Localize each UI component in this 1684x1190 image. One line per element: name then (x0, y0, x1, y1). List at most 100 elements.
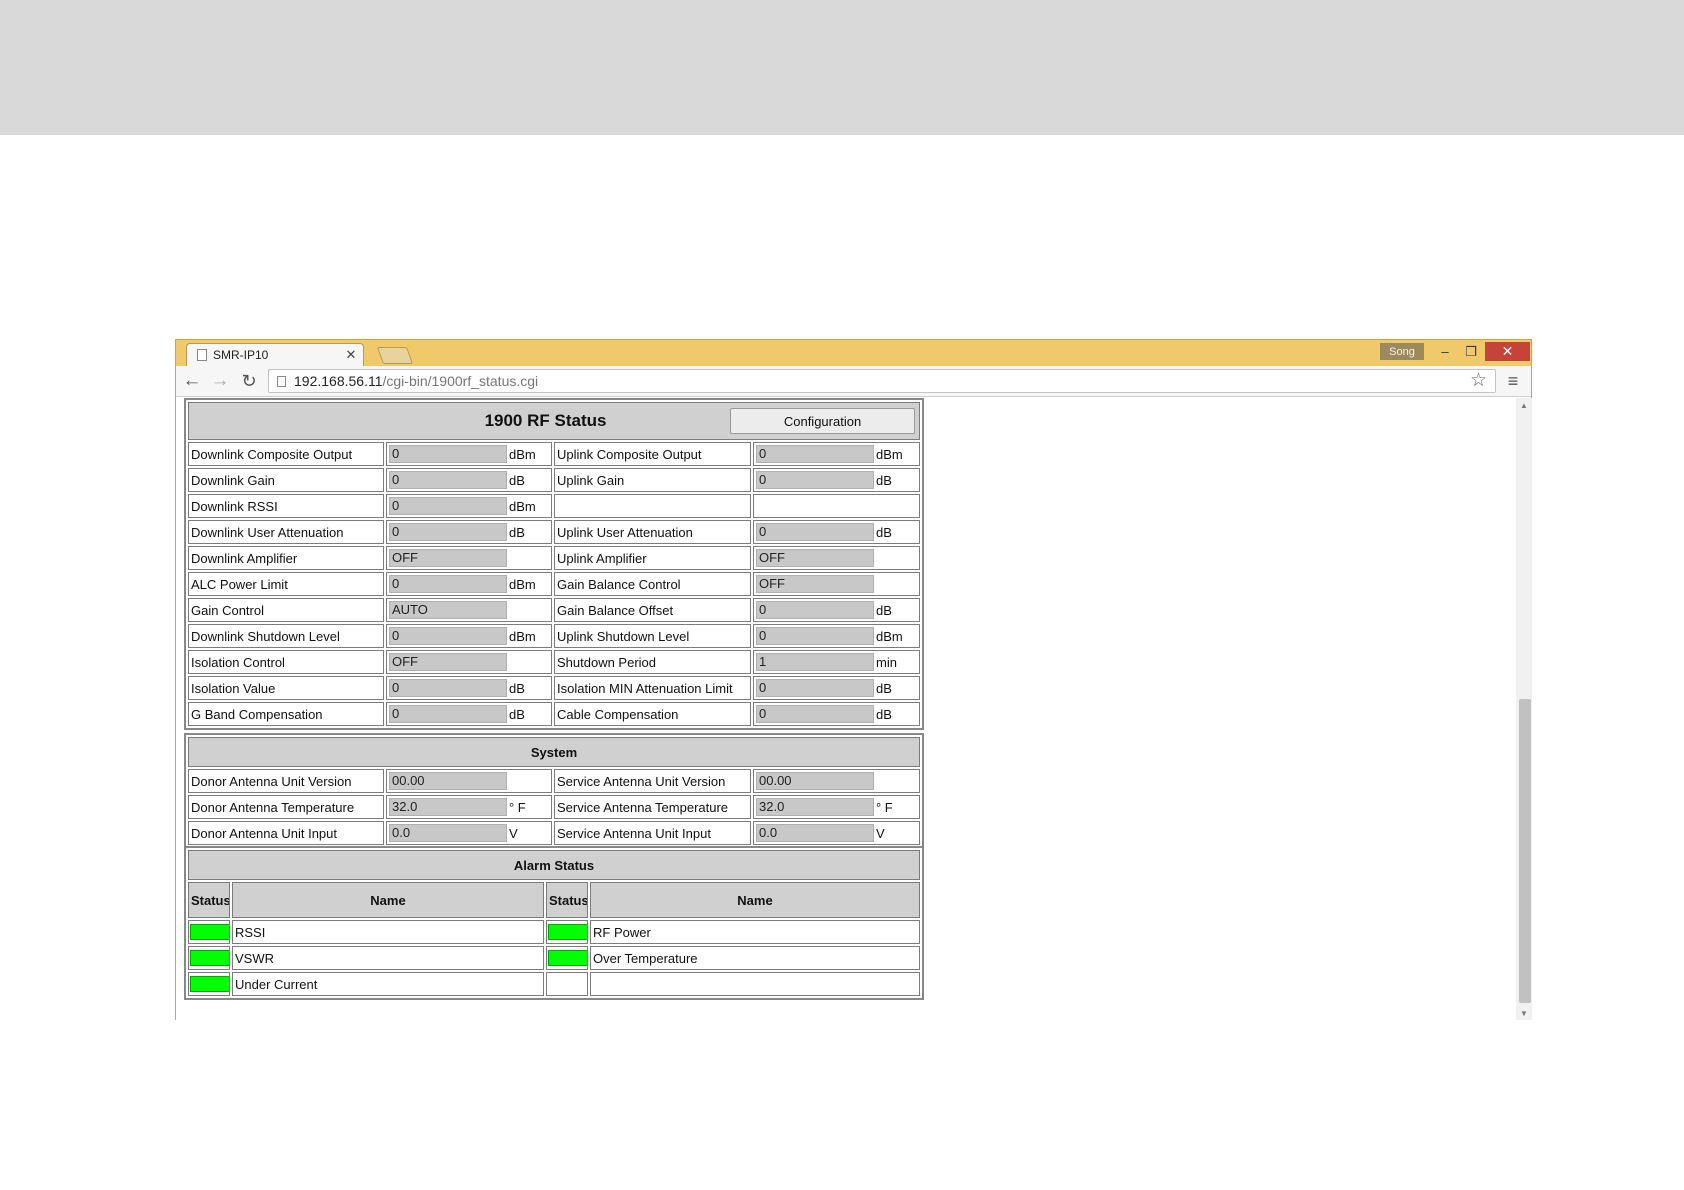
field-value-cell: 0 dB (753, 520, 921, 544)
scrollbar-thumb[interactable] (1519, 699, 1531, 1003)
status-row: Downlink RSSI 0 dBm (188, 494, 921, 518)
browser-window: SMR-IP10 ✕ Song – ❐ ✕ ← → ↻ 192.168.56.1… (175, 339, 1532, 1020)
rf-status-header: 1900 RF Status Configuration (188, 402, 921, 440)
unit-label: dBm (876, 628, 903, 644)
g-band-compensation-value: 0 (389, 705, 507, 723)
bookmark-star-icon[interactable]: ☆ (1470, 370, 1487, 392)
scroll-down-arrow-icon[interactable]: ▼ (1516, 1006, 1532, 1020)
alarm-status-table: Alarm Status Status Name Status Name RSS… (186, 848, 922, 998)
system-title: System (188, 737, 920, 767)
field-label: Downlink Gain (188, 468, 384, 492)
forward-arrow-icon[interactable]: → (208, 370, 232, 392)
alarm-status-cell (546, 920, 588, 944)
service-antenna-unit-version-value: 00.00 (756, 772, 874, 790)
back-arrow-icon[interactable]: ← (180, 370, 204, 392)
field-value-cell: 32.0 ° F (753, 795, 920, 819)
field-value-cell: OFF (386, 546, 552, 570)
service-antenna-unit-input-value: 0.0 (756, 824, 874, 842)
status-row: Downlink Amplifier OFF Uplink Amplifier OFF (188, 546, 921, 570)
status-row: Isolation Value 0 dB Isolation MIN Attenuat… (188, 676, 921, 700)
field-value-cell: 0 dB (386, 520, 552, 544)
field-label: Downlink Shutdown Level (188, 624, 384, 648)
gain-control-value: AUTO (389, 601, 507, 619)
field-value-cell: OFF (753, 546, 921, 570)
alarm-name: VSWR (232, 946, 544, 970)
new-tab-button[interactable] (376, 347, 414, 364)
scroll-up-arrow-icon[interactable]: ▲ (1516, 398, 1532, 412)
tab-close-icon[interactable]: ✕ (343, 347, 359, 363)
unit-label: dB (509, 680, 525, 696)
alarm-status-cell (546, 946, 588, 970)
status-row: Downlink Gain 0 dB Uplink Gain 0 dB (188, 468, 921, 492)
title-bar: SMR-IP10 ✕ Song – ❐ ✕ (176, 340, 1531, 366)
field-value-cell: 0.0 V (386, 821, 552, 845)
status-row: Downlink Composite Output 0 dBm Uplink Comp… (188, 442, 921, 466)
status-column-header: Status (188, 882, 230, 918)
donor-antenna-unit-input-value: 0.0 (389, 824, 507, 842)
field-label: Uplink Amplifier (554, 546, 751, 570)
menu-icon[interactable]: ≡ (1502, 371, 1524, 391)
unit-label: dB (509, 706, 525, 722)
field-label: Service Antenna Unit Version (554, 769, 751, 793)
unit-label: dBm (509, 446, 536, 462)
field-label: ALC Power Limit (188, 572, 384, 596)
field-label: Uplink User Attenuation (554, 520, 751, 544)
field-value-cell: OFF (386, 650, 552, 674)
unit-label: dBm (509, 576, 536, 592)
status-row: ALC Power Limit 0 dBm Gain Balance Control O… (188, 572, 921, 596)
downlink-composite-output-value: 0 (389, 445, 507, 463)
user-badge[interactable]: Song (1380, 343, 1424, 360)
unit-label: dB (876, 706, 892, 722)
uplink-user-attenuation-value: 0 (756, 523, 874, 541)
status-row: Isolation Control OFF Shutdown Period 1 min (188, 650, 921, 674)
field-label: Gain Balance Offset (554, 598, 751, 622)
system-table: System Donor Antenna Unit Version 00.00 Se… (186, 735, 922, 847)
reload-icon[interactable]: ↻ (237, 370, 261, 392)
cable-compensation-value: 0 (756, 705, 874, 723)
field-label: Downlink RSSI (188, 494, 384, 518)
field-value-cell: 0 dBm (386, 624, 552, 648)
status-row: Downlink User Attenuation 0 dB Uplink User … (188, 520, 921, 544)
status-indicator-icon (190, 976, 229, 992)
status-row: Donor Antenna Unit Input 0.0 V Service Ante… (188, 821, 920, 845)
unit-label: dB (876, 680, 892, 696)
isolation-min-attenuation-limit-value: 0 (756, 679, 874, 697)
field-label: Uplink Shutdown Level (554, 624, 751, 648)
field-label: Downlink Composite Output (188, 442, 384, 466)
field-label (554, 494, 751, 518)
field-value-cell: 32.0 ° F (386, 795, 552, 819)
field-value-cell: OFF (753, 572, 921, 596)
field-value-cell: 0 dB (386, 468, 552, 492)
uplink-gain-value: 0 (756, 471, 874, 489)
unit-label: dB (876, 602, 892, 618)
status-row: Downlink Shutdown Level 0 dBm Uplink Shutdo… (188, 624, 921, 648)
minimize-icon[interactable]: – (1432, 342, 1458, 361)
field-value-cell: 0 dB (386, 676, 552, 700)
unit-label: dB (876, 524, 892, 540)
gain-balance-control-value: OFF (756, 575, 874, 593)
status-row: Donor Antenna Unit Version 00.00 Service A… (188, 769, 920, 793)
field-value-cell: 0 dB (386, 702, 552, 726)
unit-label: ° F (876, 799, 893, 815)
alarm-status-cell (188, 920, 230, 944)
field-label: Service Antenna Unit Input (554, 821, 751, 845)
field-value-cell: 0 dB (753, 468, 921, 492)
status-row: G Band Compensation 0 dB Cable Compensation… (188, 702, 921, 726)
browser-tab[interactable]: SMR-IP10 ✕ (186, 343, 364, 366)
page-icon (277, 375, 286, 387)
status-row: Gain Control AUTO Gain Balance Offset 0 dB (188, 598, 921, 622)
field-value-cell: 0.0 V (753, 821, 920, 845)
alarm-status-cell (188, 946, 230, 970)
vertical-scrollbar[interactable]: ▲ ▼ (1516, 398, 1532, 1020)
downlink-gain-value: 0 (389, 471, 507, 489)
status-indicator-icon (190, 924, 229, 940)
unit-label: dBm (509, 628, 536, 644)
rf-status-panel: 1900 RF Status Configuration Downlink Co… (184, 398, 924, 730)
address-bar[interactable]: 192.168.56.11/cgi-bin/1900rf_status.cgi … (268, 369, 1496, 393)
field-value-cell: 0 dBm (386, 494, 552, 518)
configuration-button[interactable]: Configuration (730, 408, 916, 434)
alc-power-limit-value: 0 (389, 575, 507, 593)
browser-toolbar: ← → ↻ 192.168.56.11/cgi-bin/1900rf_statu… (176, 366, 1531, 397)
restore-icon[interactable]: ❐ (1458, 342, 1484, 361)
close-window-icon[interactable]: ✕ (1485, 342, 1530, 361)
